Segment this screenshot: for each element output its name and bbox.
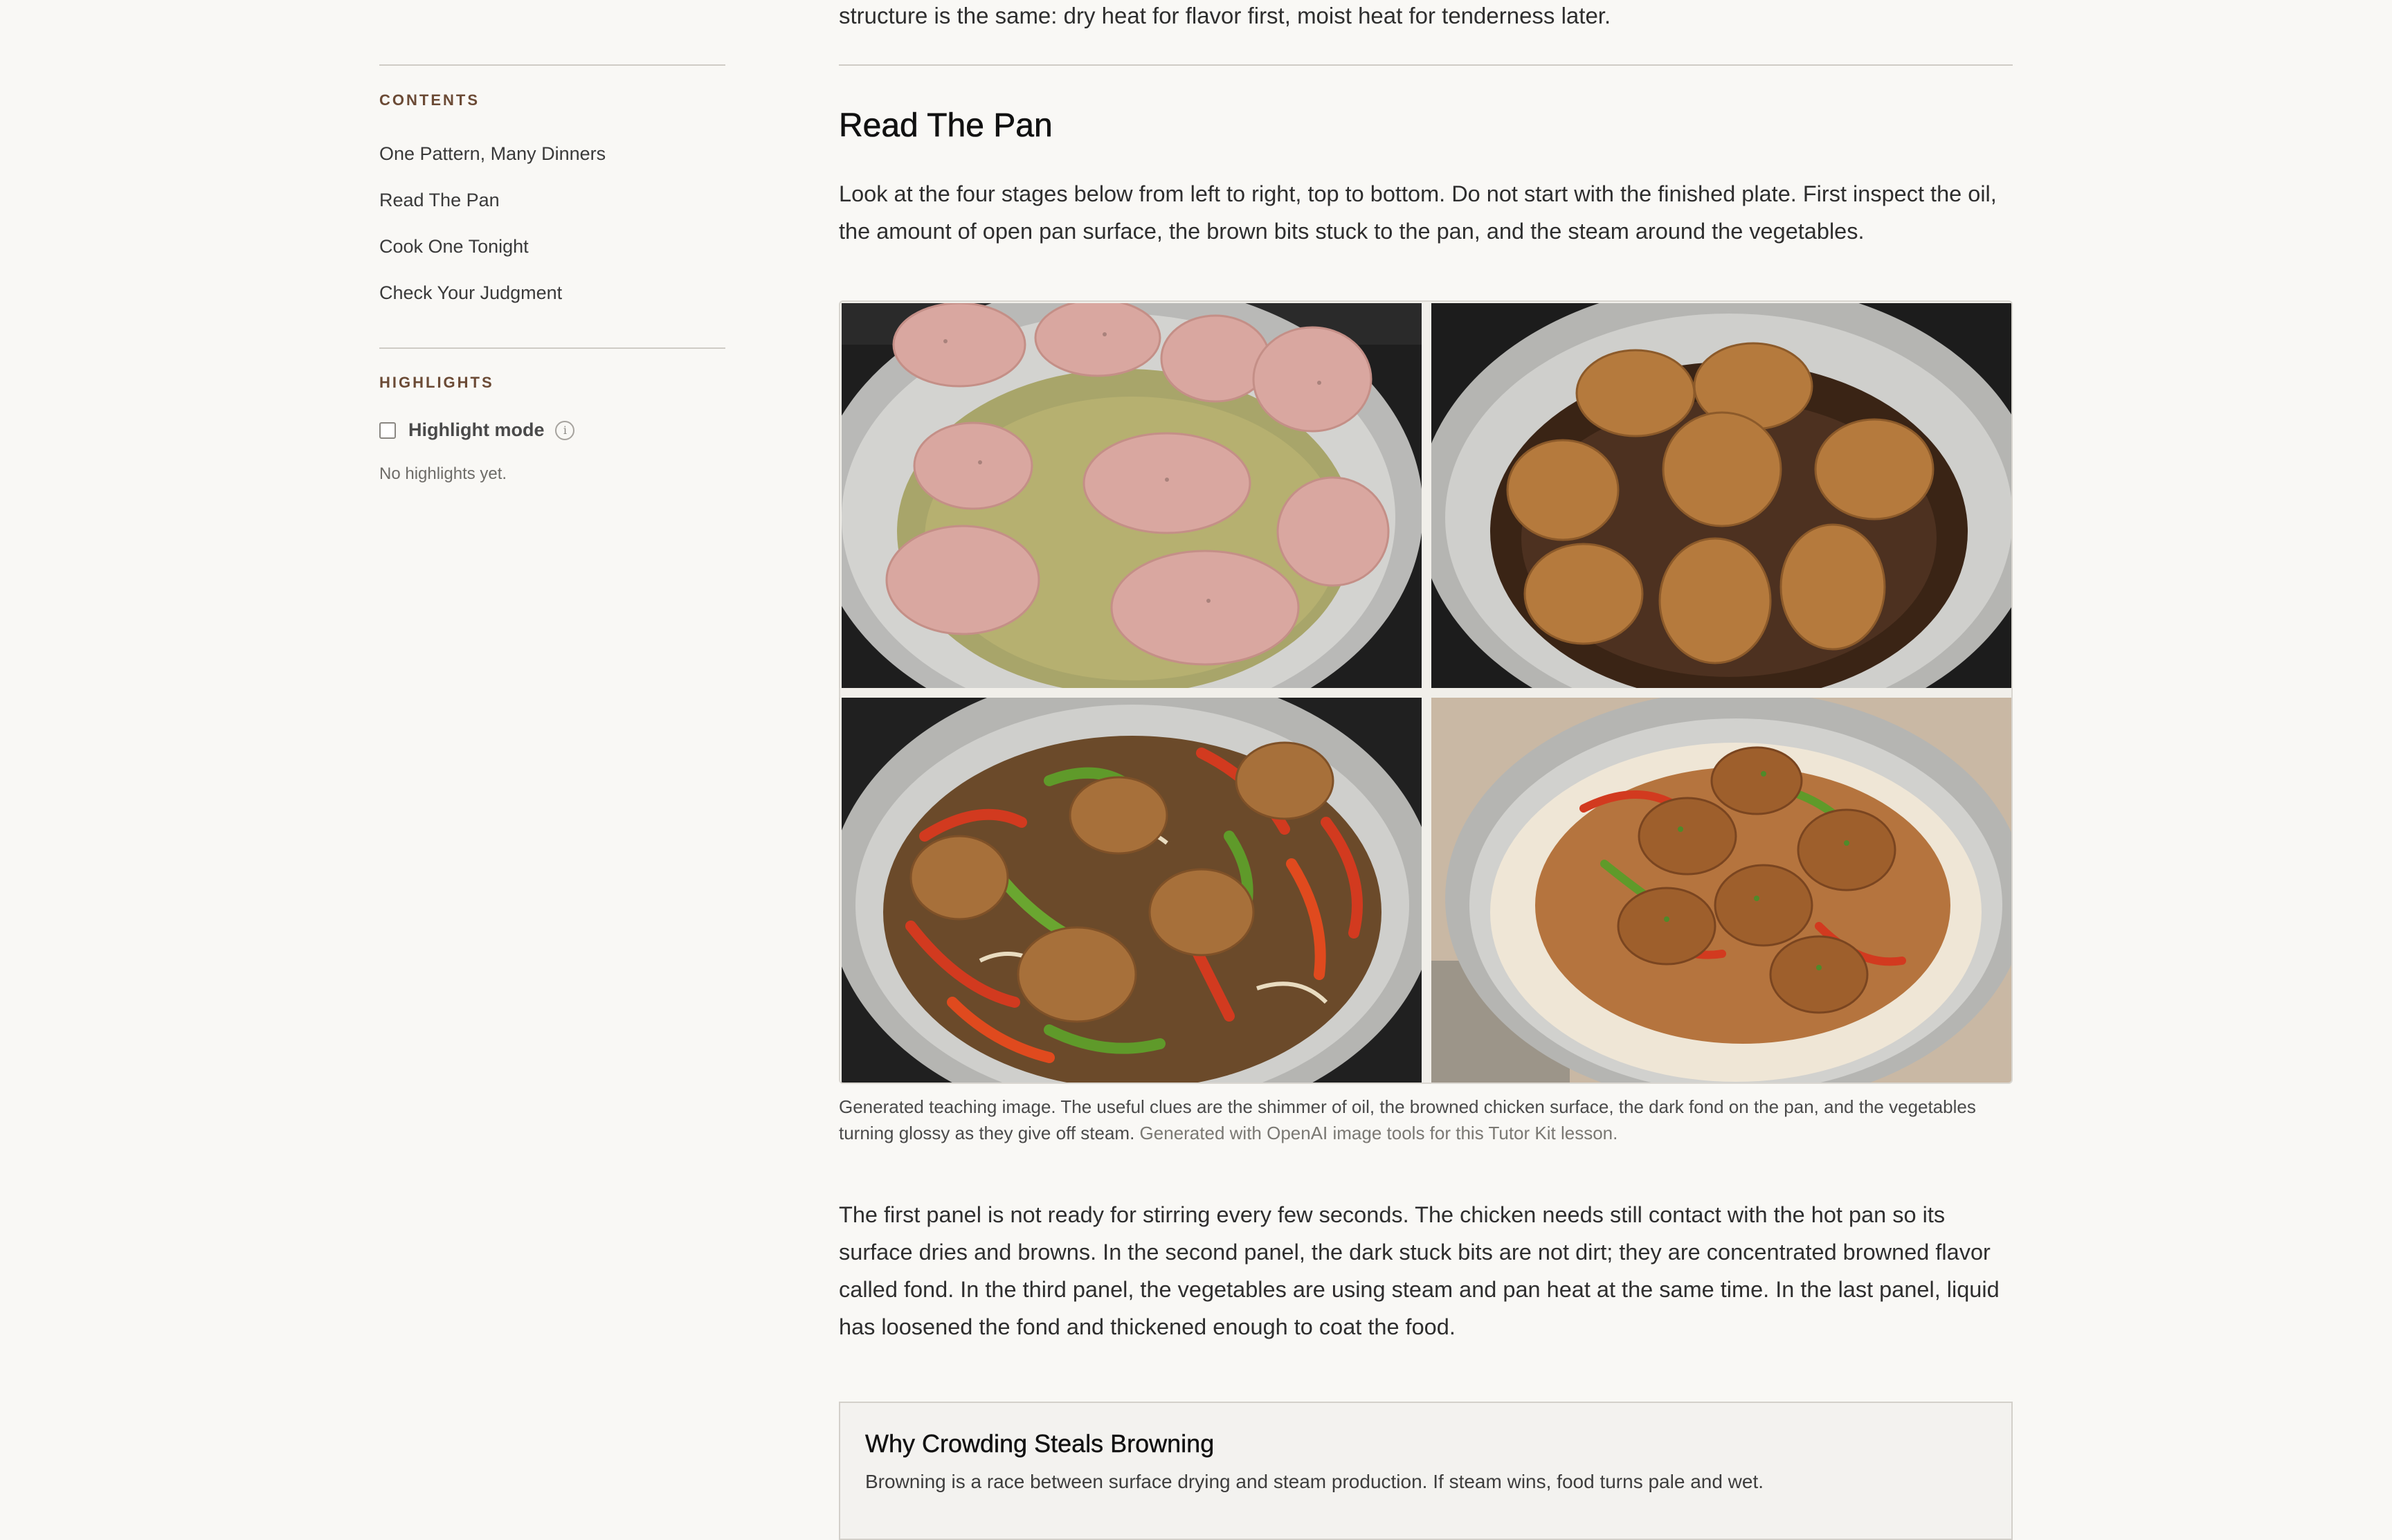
section-title: Read The Pan	[839, 107, 1053, 145]
body-paragraph: The first panel is not ready for stirrin…	[839, 1202, 2000, 1339]
highlight-mode-checkbox[interactable]	[379, 422, 396, 439]
highlights-heading: HIGHLIGHTS	[379, 374, 494, 391]
sidebar-divider	[379, 347, 725, 349]
stage-3-vegetables-steaming-image	[842, 698, 1422, 1082]
cooking-stages-figure	[839, 300, 2013, 1084]
lead-paragraph: Look at the four stages below from left …	[839, 181, 1997, 244]
highlight-mode-toggle[interactable]: Highlight mode i	[379, 419, 575, 441]
toc-item-cook-one-tonight[interactable]: Cook One Tonight	[379, 230, 606, 276]
toc-item-read-the-pan[interactable]: Read The Pan	[379, 183, 606, 230]
previous-paragraph-tail: structure is the same: dry heat for flav…	[839, 3, 1611, 28]
callout-text: Browning is a race between surface dryin…	[865, 1471, 1764, 1492]
highlights-empty-state: No highlights yet.	[379, 464, 507, 483]
image-credit: Generated with OpenAI image tools for th…	[1139, 1123, 1618, 1143]
toc-item-one-pattern[interactable]: One Pattern, Many Dinners	[379, 137, 606, 183]
table-of-contents: One Pattern, Many Dinners Read The Pan C…	[379, 137, 606, 323]
toc-item-check-your-judgment[interactable]: Check Your Judgment	[379, 276, 606, 323]
highlight-mode-label[interactable]: Highlight mode	[408, 419, 544, 441]
stage-2-browned-chicken-image	[1431, 303, 2011, 688]
contents-heading: CONTENTS	[379, 91, 480, 109]
figure-caption: Generated teaching image. The useful clu…	[839, 1094, 2013, 1146]
callout-box: Why Crowding Steals Browning Browning is…	[839, 1402, 2013, 1540]
sidebar-divider	[379, 64, 725, 66]
callout-title: Why Crowding Steals Browning	[865, 1429, 1215, 1458]
stage-1-raw-chicken-image	[842, 303, 1422, 688]
info-icon[interactable]: i	[555, 420, 575, 440]
stage-4-finished-dish-image	[1431, 698, 2011, 1082]
section-divider	[839, 64, 2013, 66]
